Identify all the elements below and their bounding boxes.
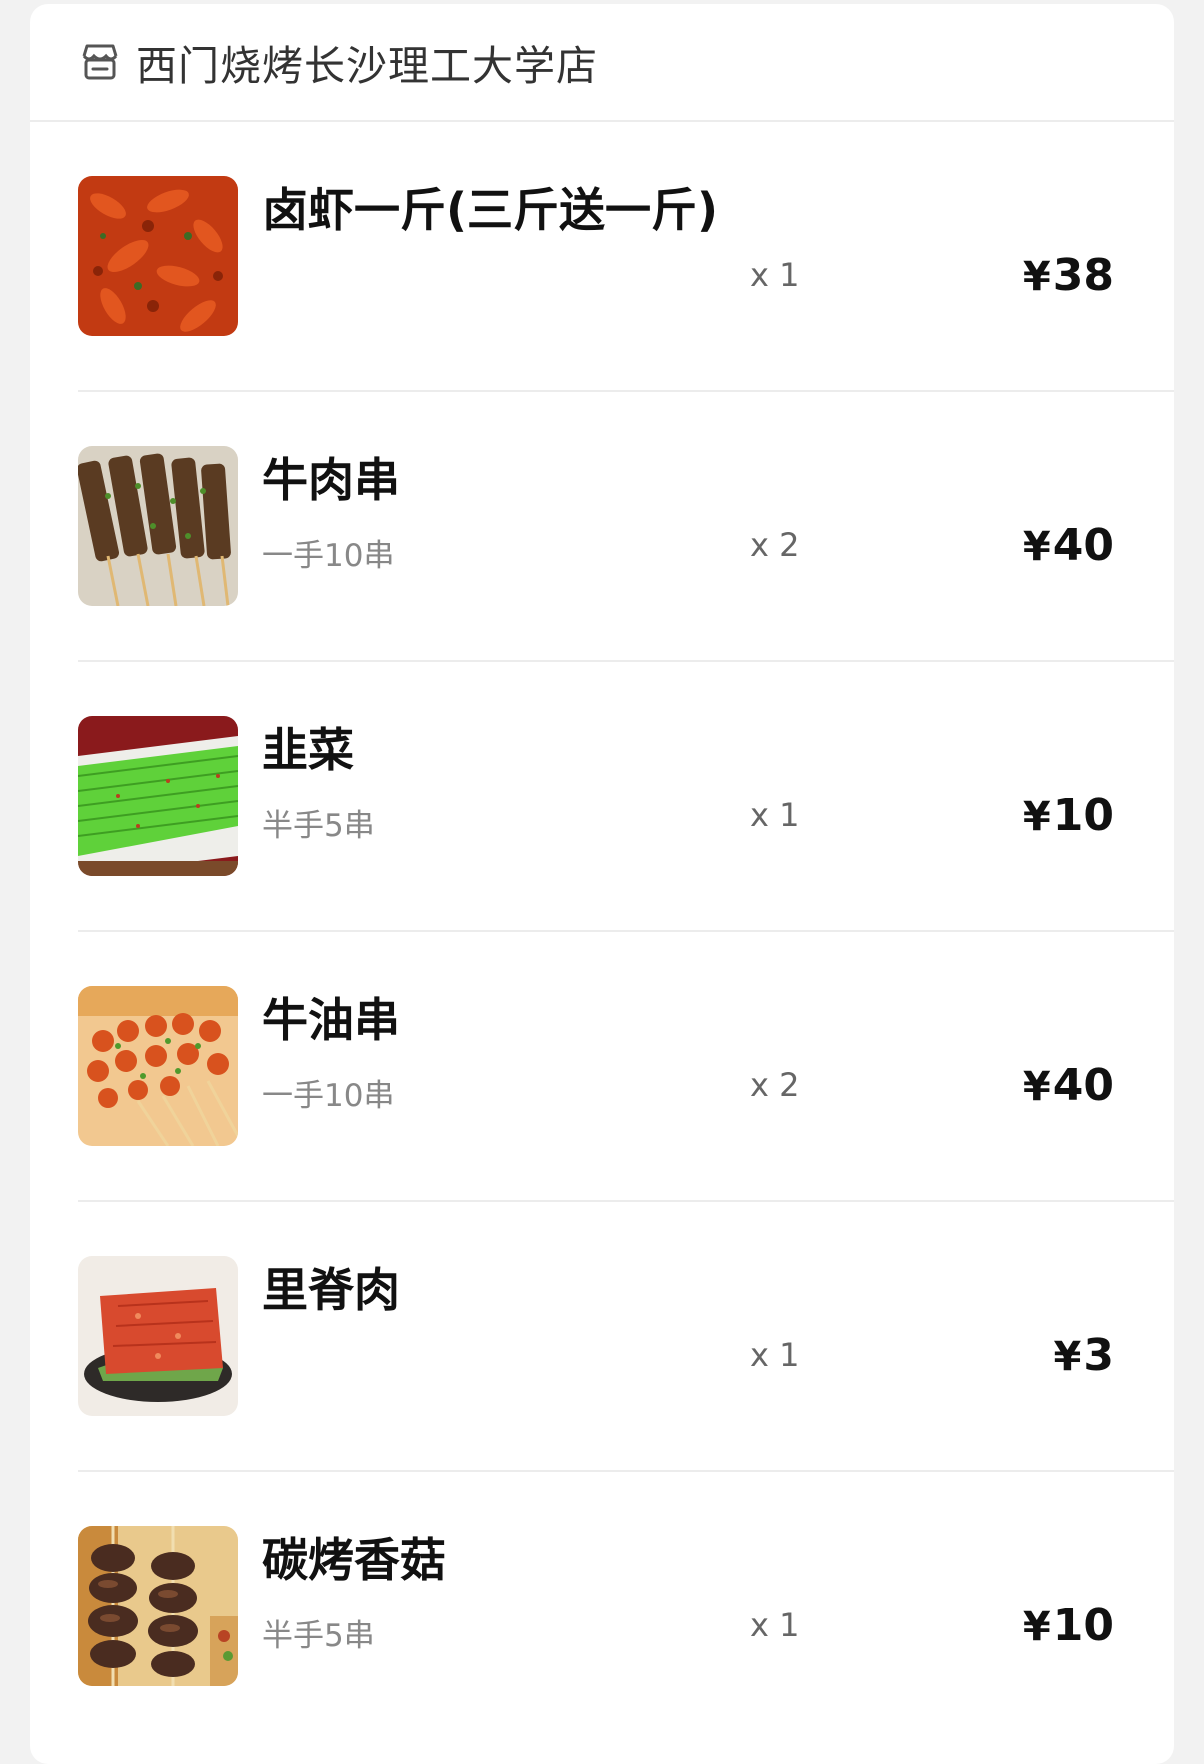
beef-skewers-image [78, 446, 238, 606]
list-item[interactable]: 里脊肉 x 1 ¥3 [78, 1202, 1174, 1472]
item-price: ¥10 [1023, 1600, 1114, 1651]
store-icon [78, 40, 122, 84]
list-item[interactable]: 韭菜 半手5串 x 1 ¥10 [78, 662, 1174, 932]
item-price-value: 3 [1083, 1330, 1114, 1381]
item-price: ¥40 [1023, 1060, 1114, 1111]
item-quantity: x 2 [750, 526, 800, 564]
list-item[interactable]: 牛油串 一手10串 x 2 ¥40 [78, 932, 1174, 1202]
currency-symbol: ¥ [1022, 794, 1051, 840]
item-name: 牛油串 [262, 993, 400, 1047]
item-spec: 半手5串 [262, 808, 375, 844]
chives-image [78, 716, 238, 876]
item-spec: 一手10串 [262, 538, 395, 574]
item-spec: 一手10串 [262, 1078, 395, 1114]
item-name: 里脊肉 [262, 1263, 400, 1317]
store-header[interactable]: 西门烧烤长沙理工大学店 [30, 4, 1174, 122]
item-name: 卤虾一斤(三斤送一斤) [262, 183, 719, 237]
store-name: 西门烧烤长沙理工大学店 [136, 42, 598, 90]
currency-symbol: ¥ [1022, 1064, 1051, 1110]
crayfish-image [78, 176, 238, 336]
mushroom-image [78, 1526, 238, 1686]
list-item[interactable]: 卤虾一斤(三斤送一斤) x 1 ¥38 [78, 122, 1174, 392]
order-item-list: 卤虾一斤(三斤送一斤) x 1 ¥38 牛肉串 一手10串 x 2 ¥40 韭菜… [30, 122, 1174, 1742]
item-quantity: x 2 [750, 1066, 800, 1104]
currency-symbol: ¥ [1022, 524, 1051, 570]
currency-symbol: ¥ [1022, 254, 1051, 300]
item-price: ¥38 [1023, 250, 1114, 301]
list-item[interactable]: 碳烤香菇 半手5串 x 1 ¥10 [78, 1472, 1174, 1742]
item-price-value: 38 [1052, 250, 1114, 301]
item-price-value: 40 [1052, 1060, 1114, 1111]
item-price-value: 10 [1052, 1600, 1114, 1651]
item-name: 韭菜 [262, 723, 354, 777]
item-quantity: x 1 [750, 1336, 800, 1374]
currency-symbol: ¥ [1053, 1334, 1082, 1380]
item-name: 碳烤香菇 [262, 1533, 446, 1587]
item-name: 牛肉串 [262, 453, 400, 507]
tenderloin-image [78, 1256, 238, 1416]
item-price: ¥40 [1023, 520, 1114, 571]
item-price: ¥3 [1054, 1330, 1114, 1381]
item-quantity: x 1 [750, 256, 800, 294]
order-card: 西门烧烤长沙理工大学店 卤虾一斤(三斤送一斤) x 1 ¥38 牛肉串 一手10… [30, 4, 1174, 1764]
item-price-value: 10 [1052, 790, 1114, 841]
tallow-skewers-image [78, 986, 238, 1146]
list-item[interactable]: 牛肉串 一手10串 x 2 ¥40 [78, 392, 1174, 662]
currency-symbol: ¥ [1022, 1604, 1051, 1650]
item-quantity: x 1 [750, 796, 800, 834]
item-price: ¥10 [1023, 790, 1114, 841]
item-spec: 半手5串 [262, 1618, 375, 1654]
item-quantity: x 1 [750, 1606, 800, 1644]
item-price-value: 40 [1052, 520, 1114, 571]
